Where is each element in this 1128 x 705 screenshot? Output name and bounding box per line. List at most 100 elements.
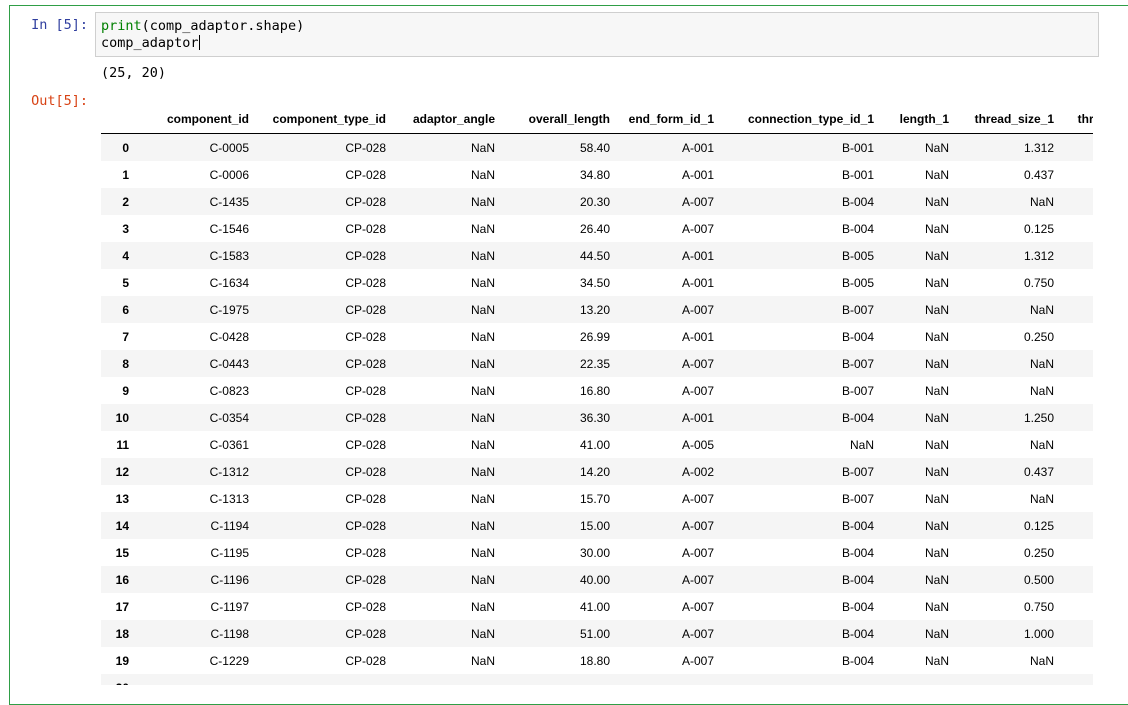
table-cell: CP-028: [345, 572, 386, 587]
table-cell: NaN: [470, 572, 495, 587]
table-cell: NaN: [470, 626, 495, 641]
table-cell: CP-028: [345, 302, 386, 317]
table-cell: A-007: [681, 653, 714, 668]
code-expression: comp_adaptor: [101, 35, 199, 51]
table-cell: NaN: [470, 410, 495, 425]
table-cell: 0.125: [1023, 221, 1054, 236]
row-index: 0: [122, 140, 129, 155]
table-cell: B-004: [841, 626, 874, 641]
table-cell: C-1583: [209, 248, 249, 263]
table-cell: 0.750: [1023, 599, 1054, 614]
column-header: length_1: [880, 105, 955, 134]
table-cell: NaN: [924, 599, 949, 614]
table-cell: B-007: [841, 464, 874, 479]
row-index: 4: [122, 248, 129, 263]
table-cell: 16.80: [579, 383, 610, 398]
table-cell: CP-028: [345, 626, 386, 641]
table-cell: NaN: [470, 302, 495, 317]
table-cell: B-004: [841, 572, 874, 587]
table-cell: 51.00: [579, 626, 610, 641]
table-cell: 58.40: [579, 140, 610, 155]
table-cell: C-0428: [209, 329, 249, 344]
table-cell: 20.0: [1060, 161, 1093, 188]
table-cell: NaN: [1060, 377, 1093, 404]
table-cell: A-001: [681, 248, 714, 263]
table-cell: CP-028: [345, 545, 386, 560]
table-row: 13 C-1313 CP-028 NaN 15.70 A-007 B-007 NaN NaN Na…: [101, 485, 1093, 512]
table-cell: C-1197: [210, 599, 249, 614]
code-input-area[interactable]: print(comp_adaptor.shape) comp_adaptor: [95, 12, 1099, 57]
table-cell: NaN: [470, 545, 495, 560]
column-header: connection_type_id_1: [720, 105, 880, 134]
table-cell: NaN: [924, 383, 949, 398]
table-cell: 18.80: [579, 653, 610, 668]
table-row: 18 C-1198 CP-028 NaN 51.00 A-007 B-004 NaN 1.000…: [101, 620, 1093, 647]
table-cell: NaN: [849, 437, 874, 452]
table-cell: A-007: [681, 545, 714, 560]
table-cell: NaN: [924, 194, 949, 209]
index-header: [101, 105, 135, 134]
table-cell: NaN: [1029, 437, 1054, 452]
table-cell: NaN: [924, 329, 949, 344]
table-cell: A-001: [681, 167, 714, 182]
table-cell: NaN: [470, 221, 495, 236]
table-cell: NaN: [924, 140, 949, 155]
table-cell: 24.0: [1060, 458, 1093, 485]
table-row: 9 C-0823 CP-028 NaN 16.80 A-007 B-007 NaN NaN NaN…: [101, 377, 1093, 404]
table-cell: 36.30: [579, 410, 610, 425]
row-index: 14: [115, 518, 129, 533]
table-cell: CP-028: [345, 383, 386, 398]
table-cell: C-1196: [210, 572, 249, 587]
code-line-2: comp_adaptor: [101, 34, 200, 52]
table-cell: NaN: [470, 356, 495, 371]
table-cell: B-004: [841, 329, 874, 344]
table-cell: NaN: [924, 221, 949, 236]
table-cell: 22.35: [579, 356, 610, 371]
table-cell: NaN: [470, 491, 495, 506]
row-index: 12: [115, 464, 129, 479]
table-cell: NaN: [1029, 653, 1054, 668]
table-cell: 44.50: [579, 248, 610, 263]
table-cell: CP-028: [345, 329, 386, 344]
row-index: 16: [115, 572, 129, 587]
table-cell: C-1435: [209, 194, 249, 209]
table-cell: CP-028: [345, 491, 386, 506]
table-cell: A-001: [681, 275, 714, 290]
table-cell: B-007: [841, 356, 874, 371]
table-cell: 34.80: [579, 167, 610, 182]
table-cell: NaN: [470, 383, 495, 398]
table-cell: B-001: [841, 140, 874, 155]
table-cell: C-1975: [209, 302, 249, 317]
table-cell: NaN: [1060, 431, 1093, 458]
table-cell: 14.20: [579, 464, 610, 479]
column-header: end_form_id_1: [616, 105, 720, 134]
table-cell: A-007: [681, 599, 714, 614]
table-cell: CP-028: [345, 410, 386, 425]
table-cell: 0.750: [1023, 275, 1054, 290]
table-cell: CP-028: [345, 248, 386, 263]
table-cell: NaN: [470, 167, 495, 182]
table-row: 15 C-1195 CP-028 NaN 30.00 A-007 B-004 NaN 0.250…: [101, 539, 1093, 566]
table-cell: A-007: [681, 383, 714, 398]
table-cell: CP-028: [345, 437, 386, 452]
table-row: 19 C-1229 CP-028 NaN 18.80 A-007 B-004 NaN NaN Na…: [101, 647, 1093, 674]
row-index: 2: [122, 194, 129, 209]
row-index: 18: [115, 626, 129, 641]
table-cell: A-001: [681, 140, 714, 155]
table-cell: NaN: [1029, 383, 1054, 398]
table-cell: NaN: [924, 356, 949, 371]
table-cell: 30.00: [579, 545, 610, 560]
table-cell: C-0006: [209, 167, 249, 182]
table-cell: 18.0: [1060, 323, 1093, 350]
table-cell: A-001: [681, 410, 714, 425]
table-cell: 1.312: [1023, 140, 1054, 155]
table-cell: NaN: [924, 545, 949, 560]
table-cell: CP-028: [345, 140, 386, 155]
table-cell: NaN: [1060, 296, 1093, 323]
table-cell: NaN: [924, 653, 949, 668]
table-cell: 41.00: [579, 599, 610, 614]
table-cell: B-007: [841, 383, 874, 398]
dataframe-table: component_id component_type_id adaptor_ang…: [101, 105, 1093, 685]
table-cell: CP-028: [345, 464, 386, 479]
table-cell: A-007: [681, 356, 714, 371]
